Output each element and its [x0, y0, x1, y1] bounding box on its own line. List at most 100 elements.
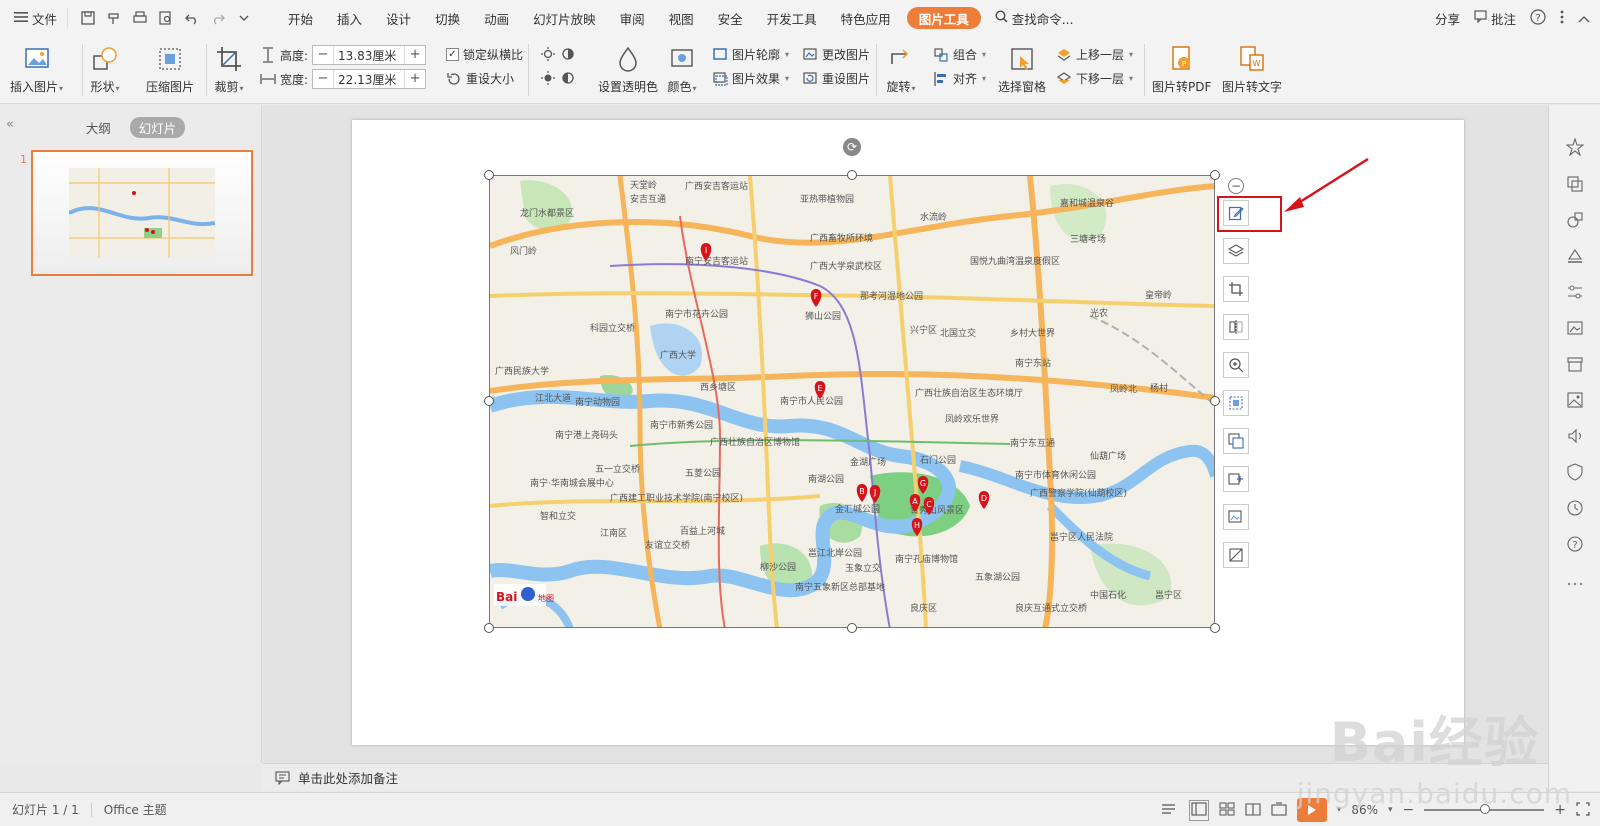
tab-design[interactable]: 设计	[374, 0, 423, 36]
resize-handle-bottom-right[interactable]	[1210, 623, 1220, 633]
sorter-view-icon[interactable]	[1219, 802, 1235, 819]
align-button[interactable]: 对齐 ▾	[933, 70, 986, 87]
picture-gallery-icon[interactable]	[1566, 319, 1584, 337]
lock-ratio-checkbox[interactable]: ✓ 锁定纵横比	[446, 46, 523, 63]
change-picture-button[interactable]: 更改图片	[802, 46, 870, 63]
tab-picture-tools[interactable]: 图片工具	[906, 7, 981, 29]
image-icon[interactable]	[1566, 391, 1584, 409]
copy-picture-button[interactable]	[1223, 428, 1249, 454]
share-button[interactable]: 分享	[1435, 9, 1460, 28]
rotate-handle-icon[interactable]: ⟳	[843, 138, 861, 156]
star-icon[interactable]	[1566, 138, 1584, 156]
slide-thumbnail[interactable]	[31, 150, 253, 276]
tab-outline[interactable]: 大纲	[77, 117, 120, 138]
help-icon[interactable]: ?	[1566, 535, 1584, 553]
more-icon[interactable]	[1560, 10, 1564, 27]
resize-handle-top-right[interactable]	[1210, 170, 1220, 180]
picture-effect-button[interactable]: 图片效果 ▾	[712, 70, 789, 87]
history-icon[interactable]	[1566, 499, 1584, 517]
picture-to-text-button[interactable]: W 图片转文字	[1222, 44, 1282, 95]
height-decrease-button[interactable]: −	[313, 46, 333, 64]
picture-style-button[interactable]	[1223, 542, 1249, 568]
tab-animation[interactable]: 动画	[472, 0, 521, 36]
tab-review[interactable]: 审阅	[608, 0, 657, 36]
height-input[interactable]	[333, 46, 406, 64]
notes-toggle-icon[interactable]	[1161, 802, 1179, 819]
brightness-controls[interactable]	[540, 46, 576, 62]
reset-picture-button[interactable]: 重设图片	[802, 70, 870, 87]
picture-outline-button[interactable]: 图片轮廓 ▾	[712, 46, 789, 63]
theme-status[interactable]: Office 主题	[104, 801, 167, 818]
crop-tool-button[interactable]	[1223, 276, 1249, 302]
file-menu[interactable]: 文件	[0, 0, 67, 36]
print-icon[interactable]	[128, 6, 152, 30]
tab-slides[interactable]: 幻灯片	[129, 117, 186, 138]
design-icon[interactable]	[1566, 175, 1584, 193]
height-increase-button[interactable]: +	[405, 46, 425, 64]
command-search[interactable]: 查找命令...	[985, 9, 1084, 28]
collapse-ribbon-icon[interactable]	[1578, 11, 1590, 26]
fill-icon[interactable]	[1566, 247, 1584, 265]
layers-button[interactable]	[1223, 238, 1249, 264]
tab-security[interactable]: 安全	[706, 0, 755, 36]
brightness-controls-2[interactable]	[540, 70, 576, 86]
flip-button[interactable]	[1223, 314, 1249, 340]
save-icon[interactable]	[76, 6, 100, 30]
insert-picture-button[interactable]: 插入图片▾	[10, 44, 63, 95]
selection-pane-button[interactable]: 选择窗格	[998, 44, 1046, 95]
format-painter-icon[interactable]	[102, 6, 126, 30]
map-picture[interactable]: 天堂岭 安吉互通 广西安吉客运站 龙门水都景区 风门岭 亚热带植物园 广西畜牧所环境 水流岭 嘉…	[489, 175, 1215, 628]
normal-view-icon[interactable]	[1188, 799, 1209, 821]
tab-features[interactable]: 特色应用	[829, 0, 903, 36]
picture-to-pdf-button[interactable]: P 图片转PDF	[1152, 44, 1211, 95]
collapse-toolbar-icon[interactable]: −	[1228, 178, 1244, 194]
frame-button[interactable]	[1223, 390, 1249, 416]
annotation-arrow-icon	[1284, 157, 1369, 212]
resize-handle-top-left[interactable]	[484, 170, 494, 180]
redo-icon[interactable]	[206, 6, 230, 30]
resize-handle-top[interactable]	[847, 170, 857, 180]
undo-icon[interactable]	[180, 6, 204, 30]
send-backward-button[interactable]: 下移一层 ▾	[1056, 70, 1133, 87]
tab-developer[interactable]: 开发工具	[755, 0, 829, 36]
tab-transition[interactable]: 切换	[423, 0, 472, 36]
compress-picture-button[interactable]: 压缩图片	[146, 44, 194, 95]
color-button[interactable]: 颜色▾	[667, 44, 697, 95]
more-options-icon[interactable]	[1566, 575, 1584, 593]
tab-insert[interactable]: 插入	[325, 0, 374, 36]
bring-forward-button[interactable]: 上移一层 ▾	[1056, 46, 1133, 63]
tab-slideshow[interactable]: 幻灯片放映	[521, 0, 608, 36]
shield-icon[interactable]	[1566, 463, 1584, 481]
comment-button[interactable]: 批注	[1474, 9, 1516, 28]
audio-icon[interactable]	[1566, 427, 1584, 445]
resize-handle-left[interactable]	[484, 396, 494, 406]
width-increase-button[interactable]: +	[405, 70, 425, 88]
vertical-scrollbar[interactable]	[1534, 105, 1548, 763]
group-button[interactable]: 组合 ▾	[933, 46, 986, 63]
archive-icon[interactable]	[1566, 355, 1584, 373]
shape-button[interactable]: 形状▾	[90, 44, 120, 95]
resize-handle-bottom[interactable]	[847, 623, 857, 633]
set-transparent-label: 设置透明色	[598, 80, 659, 94]
customize-icon[interactable]	[232, 6, 256, 30]
reset-size-button[interactable]: 重设大小	[446, 70, 514, 87]
settings-sliders-icon[interactable]	[1566, 283, 1584, 301]
width-decrease-button[interactable]: −	[313, 70, 333, 88]
zoom-picture-button[interactable]	[1223, 352, 1249, 378]
replace-picture-button[interactable]	[1223, 504, 1249, 530]
tab-home[interactable]: 开始	[276, 0, 325, 36]
presenter-view-icon[interactable]	[1271, 801, 1287, 819]
rotate-button[interactable]: 旋转▾	[886, 44, 916, 95]
help-icon[interactable]: ?	[1530, 8, 1546, 28]
tab-view[interactable]: 视图	[657, 0, 706, 36]
shapes-icon[interactable]	[1566, 211, 1584, 229]
fit-window-icon[interactable]	[1576, 801, 1590, 819]
set-transparent-color-button[interactable]: 设置透明色	[598, 44, 658, 95]
resize-handle-bottom-left[interactable]	[484, 623, 494, 633]
cut-picture-button[interactable]	[1223, 466, 1249, 492]
print-preview-icon[interactable]	[154, 6, 178, 30]
width-input[interactable]	[333, 70, 406, 88]
resize-handle-right[interactable]	[1210, 396, 1220, 406]
reading-view-icon[interactable]	[1245, 802, 1261, 819]
crop-button[interactable]: 裁剪▾	[214, 44, 244, 95]
